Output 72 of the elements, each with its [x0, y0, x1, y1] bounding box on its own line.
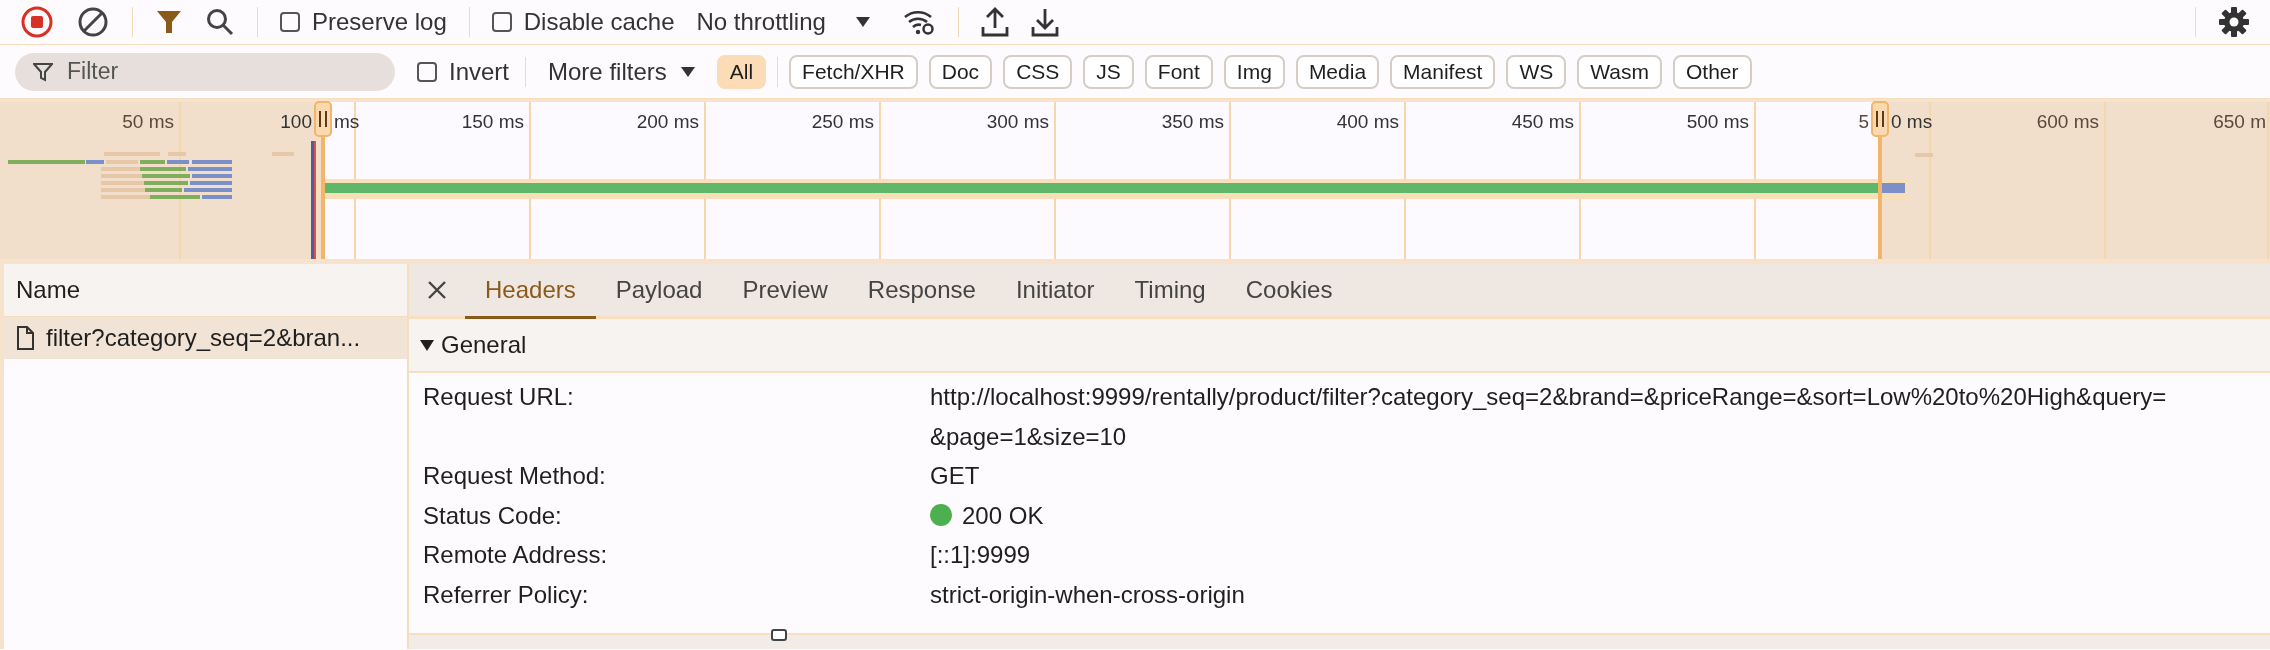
header-name: Remote Address:: [423, 540, 609, 570]
search-icon[interactable]: [205, 7, 235, 37]
request-row[interactable]: filter?category_seq=2&bran...: [4, 317, 407, 359]
time-tick-label: ms: [334, 111, 360, 133]
type-filter-chip[interactable]: All: [716, 54, 767, 89]
status-dot-icon: [930, 504, 952, 527]
tab[interactable]: Payload: [595, 264, 723, 319]
resize-handle[interactable]: [771, 629, 787, 641]
filter-icon[interactable]: [155, 8, 183, 36]
type-filter-chip[interactable]: Media: [1295, 54, 1380, 89]
time-tick-label: 300 ms: [986, 111, 1049, 133]
header-name: Status Code:: [423, 500, 563, 531]
throttling-dropdown[interactable]: No throttling: [696, 8, 880, 36]
record-icon[interactable]: [20, 5, 54, 39]
header-name: Request Method:: [423, 461, 607, 491]
type-filter-chip[interactable]: Other: [1673, 54, 1752, 89]
type-filter-chip[interactable]: Doc: [928, 54, 993, 89]
time-tick-label: 450 ms: [1511, 111, 1574, 133]
time-tick-label: 650 m: [2213, 111, 2266, 133]
header-value: strict-origin-when-cross-origin: [930, 579, 1245, 610]
clear-icon[interactable]: [76, 5, 110, 39]
section-header[interactable]: General: [409, 319, 2270, 373]
header-name: Request URL:: [423, 382, 575, 412]
checkbox[interactable]: [417, 61, 437, 82]
header-name: Referrer Policy:: [423, 579, 590, 610]
tab[interactable]: Response: [847, 264, 996, 319]
time-tick-label: 250 ms: [811, 111, 874, 133]
range-handle[interactable]: [314, 101, 332, 137]
more-filters-dropdown[interactable]: More filters: [542, 57, 701, 86]
filter-field[interactable]: Filter: [15, 52, 395, 91]
range-handle[interactable]: [1871, 101, 1889, 137]
settings-icon[interactable]: [2218, 6, 2250, 38]
header-value: http://localhost:9999/rentally/product/filter?category_seq=2&brand=&priceRange=&sort=Low%20to%20High&query=&page=1&size=10: [930, 382, 2168, 452]
header-value: GET: [930, 461, 980, 491]
download-icon[interactable]: [1030, 7, 1059, 37]
type-filter-chip[interactable]: Fetch/XHR: [789, 54, 918, 89]
time-tick-label: 500 ms: [1686, 111, 1749, 133]
column-header[interactable]: Name: [4, 264, 407, 317]
time-tick-label: 600 ms: [2036, 111, 2099, 133]
type-filter-chip[interactable]: Font: [1144, 54, 1213, 89]
caret-icon[interactable]: [855, 17, 870, 27]
checkbox[interactable]: [491, 12, 512, 32]
type-filter-chip[interactable]: WS: [1506, 54, 1567, 89]
header-value: 200 OK: [962, 500, 1044, 531]
caret-icon[interactable]: [680, 66, 695, 77]
upload-icon[interactable]: [980, 7, 1009, 37]
checkbox-label[interactable]: Invert: [449, 57, 510, 86]
tab[interactable]: Initiator: [995, 264, 1115, 319]
time-tick-label: 5: [1858, 111, 1869, 133]
expanded-triangle-icon[interactable]: [419, 337, 435, 353]
time-tick-label: 200 ms: [636, 111, 699, 133]
checkbox-label[interactable]: Preserve log: [312, 8, 447, 36]
time-tick-label: 0 ms: [1891, 111, 1933, 133]
type-filter-chip[interactable]: JS: [1083, 54, 1134, 89]
type-filter-chip[interactable]: Img: [1223, 54, 1285, 89]
header-value: [::1]:9999: [930, 540, 1031, 570]
close-icon[interactable]: [427, 280, 447, 300]
filter-icon: [33, 61, 53, 82]
time-tick-label: 50 ms: [122, 111, 174, 133]
type-filter-chip[interactable]: Manifest: [1390, 54, 1496, 89]
tab[interactable]: Cookies: [1225, 264, 1353, 319]
time-tick-label: 400 ms: [1336, 111, 1399, 133]
tab[interactable]: Preview: [722, 264, 848, 319]
time-tick-label: 350 ms: [1161, 111, 1224, 133]
type-filter-chip[interactable]: Wasm: [1577, 54, 1662, 89]
document-icon: [16, 326, 34, 350]
checkbox-label[interactable]: Disable cache: [523, 8, 675, 36]
type-filter-chip[interactable]: CSS: [1003, 54, 1073, 89]
time-tick-label: 100: [280, 111, 312, 133]
checkbox[interactable]: [280, 12, 300, 32]
time-tick-label: 150 ms: [461, 111, 524, 133]
tab[interactable]: Timing: [1114, 264, 1226, 319]
